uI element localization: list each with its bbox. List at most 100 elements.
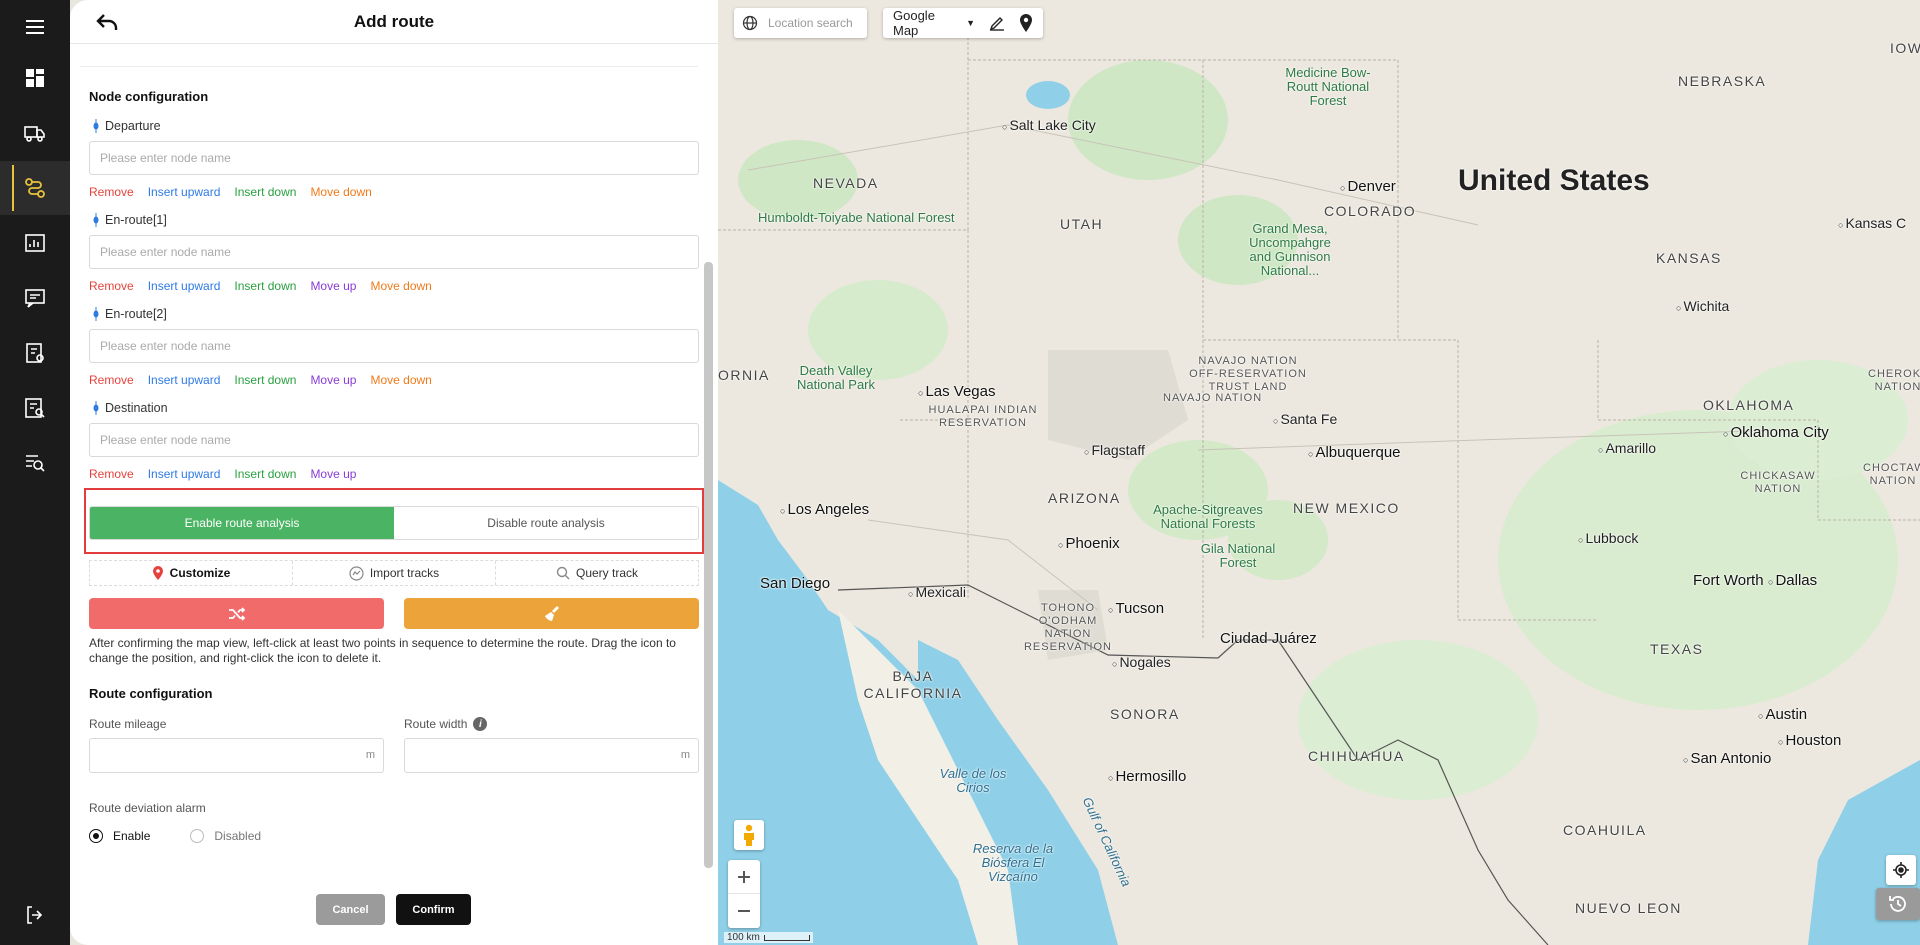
node-pin-icon [93, 401, 99, 415]
list-search-icon[interactable] [0, 381, 70, 435]
street-view-icon[interactable] [734, 820, 764, 850]
map-label-region: TOHONO O'ODHAM NATION RESERVATION [1023, 602, 1113, 653]
map-label-region: CHEROKEE NATION [1868, 368, 1920, 393]
insert-down-link[interactable]: Insert down [234, 279, 296, 293]
radio-unchecked [190, 829, 205, 843]
move-down-link[interactable]: Move down [370, 373, 431, 387]
move-up-link[interactable]: Move up [310, 373, 356, 387]
move-up-link[interactable]: Move up [310, 279, 356, 293]
menu-icon[interactable] [0, 0, 70, 54]
side-nav-rail [0, 0, 70, 945]
history-icon[interactable] [1876, 888, 1920, 920]
unit-label: m [680, 749, 690, 761]
globe-icon [742, 15, 758, 31]
map-label-city: Salt Lake City [1002, 117, 1095, 133]
location-search-placeholder: Location search [768, 16, 853, 30]
map-label-state: IOWA [1890, 40, 1920, 56]
zoom-in-icon[interactable] [728, 860, 760, 894]
message-icon[interactable] [0, 271, 70, 325]
map-label-city: Mexicali [908, 584, 966, 600]
node-pin-icon [93, 307, 99, 321]
location-search[interactable]: Location search [734, 8, 867, 38]
map-provider-label: Google Map [893, 8, 935, 38]
en-route-2-node-input[interactable] [89, 329, 699, 363]
locate-icon[interactable] [1886, 855, 1916, 885]
node-label-departure: Departure [93, 119, 161, 133]
map-label-city: Austin [1758, 706, 1807, 723]
map-label-city: Houston [1778, 732, 1841, 749]
map-label-state: NUEVO LEON [1575, 900, 1682, 916]
logout-icon[interactable] [0, 888, 70, 942]
map-label-region: HUALAPAI INDIAN RESERVATION [928, 404, 1038, 429]
import-icon [349, 565, 364, 581]
map-canvas[interactable]: United States NEVADA UTAH COLORADO KANSA… [718, 0, 1920, 945]
clear-route-button[interactable] [404, 598, 699, 629]
map-label-state: OKLAHOMA [1703, 397, 1795, 413]
move-down-link[interactable]: Move down [370, 279, 431, 293]
route-icon[interactable] [0, 161, 70, 215]
info-icon[interactable]: i [473, 717, 488, 731]
departure-node-input[interactable] [89, 141, 699, 175]
insert-upward-link[interactable]: Insert upward [148, 467, 221, 481]
draw-icon[interactable] [989, 15, 1005, 31]
cancel-button[interactable]: Cancel [316, 894, 385, 925]
deviation-alarm-label-text: Route deviation alarm [89, 801, 206, 815]
map-label-city: Denver [1340, 178, 1395, 195]
dashboard-icon[interactable] [0, 51, 70, 105]
map-scale-label: 100 km [727, 932, 760, 943]
map-label-park: Apache-Sitgreaves National Forests [1153, 502, 1263, 531]
caret-down-icon: ▼ [966, 18, 975, 28]
map-label-state: ORNIA [718, 367, 770, 383]
map-label-city: Amarillo [1598, 440, 1656, 456]
insert-down-link[interactable]: Insert down [234, 467, 296, 481]
tab-query-track[interactable]: Query track [496, 561, 698, 585]
map-label-state: NEW MEXICO [1293, 500, 1400, 516]
tab-import-tracks[interactable]: Import tracks [293, 561, 496, 585]
insert-down-link[interactable]: Insert down [234, 185, 296, 199]
insert-upward-link[interactable]: Insert upward [148, 185, 221, 199]
remove-link[interactable]: Remove [89, 185, 134, 199]
enable-route-analysis-button[interactable]: Enable route analysis [90, 507, 394, 539]
random-route-button[interactable] [89, 598, 384, 629]
map-label-region: CHICKASAW NATION [1740, 470, 1816, 495]
tab-customize[interactable]: Customize [90, 561, 293, 585]
confirm-button[interactable]: Confirm [396, 894, 471, 925]
broom-icon [544, 605, 559, 621]
map-provider-select[interactable]: Google Map ▼ [893, 8, 975, 38]
route-width-input[interactable]: m [404, 738, 699, 773]
scrollbar[interactable] [704, 262, 713, 868]
destination-actions: Remove Insert upward Insert down Move up [89, 467, 356, 481]
zoom-out-icon[interactable] [728, 894, 760, 928]
report-icon[interactable] [0, 216, 70, 270]
en-route-1-node-input[interactable] [89, 235, 699, 269]
route-mileage-input[interactable]: m [89, 738, 384, 773]
insert-down-link[interactable]: Insert down [234, 373, 296, 387]
map-marker-icon[interactable] [1019, 14, 1033, 32]
move-up-link[interactable]: Move up [310, 467, 356, 481]
map-label-state: COLORADO [1324, 203, 1417, 219]
map-label-city: Dallas [1768, 572, 1817, 589]
vehicle-icon[interactable] [0, 106, 70, 160]
disable-route-analysis-button[interactable]: Disable route analysis [394, 507, 698, 539]
document-icon[interactable] [0, 326, 70, 380]
radio-disabled[interactable]: Disabled [190, 829, 261, 843]
map-label-water: Valle de los Cirios [939, 766, 1007, 795]
destination-node-input[interactable] [89, 423, 699, 457]
map-toolbar: Google Map ▼ [883, 8, 1043, 38]
map-label-state: BAJA CALIFORNIA [863, 668, 963, 701]
remove-link[interactable]: Remove [89, 467, 134, 481]
remove-link[interactable]: Remove [89, 373, 134, 387]
panel-header: Add route [70, 0, 718, 44]
map-label-city: Las Vegas [918, 383, 995, 400]
node-label-destination: Destination [93, 401, 168, 415]
insert-upward-link[interactable]: Insert upward [148, 279, 221, 293]
map-label-city: Fort Worth [1693, 572, 1764, 589]
radio-enable[interactable]: Enable [89, 829, 150, 843]
map-label-state: NEBRASKA [1678, 73, 1767, 89]
node-label-text: Destination [105, 401, 168, 415]
insert-upward-link[interactable]: Insert upward [148, 373, 221, 387]
remove-link[interactable]: Remove [89, 279, 134, 293]
move-down-link[interactable]: Move down [310, 185, 371, 199]
map-label-park: Medicine Bow-Routt National Forest [1285, 65, 1371, 108]
query-icon[interactable] [0, 436, 70, 490]
